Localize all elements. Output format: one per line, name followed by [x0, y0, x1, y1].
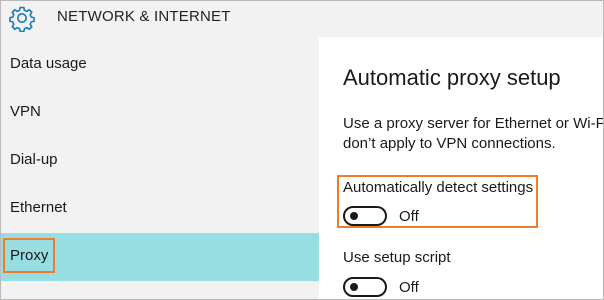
auto-detect-toggle[interactable]	[343, 206, 387, 226]
sidebar-item-label: Ethernet	[10, 199, 67, 216]
sidebar-item-dial-up[interactable]: Dial-up	[1, 137, 319, 185]
toggle-knob	[350, 283, 358, 291]
gear-icon[interactable]	[8, 4, 36, 33]
description-line: don’t apply to VPN connections.	[343, 135, 556, 152]
sidebar-item-data-usage[interactable]: Data usage	[1, 41, 319, 89]
setup-script-toggle[interactable]	[343, 277, 387, 297]
setup-script-label: Use setup script	[343, 249, 451, 266]
page-header: NETWORK & INTERNET	[1, 1, 603, 37]
description-line: Use a proxy server for Ethernet or Wi-Fi	[343, 115, 604, 132]
sidebar-item-ethernet[interactable]: Ethernet	[1, 185, 319, 233]
auto-detect-label: Automatically detect settings	[343, 179, 534, 196]
page-title: NETWORK & INTERNET	[57, 8, 231, 25]
settings-window: NETWORK & INTERNET Data usage VPN Dial-u…	[0, 0, 604, 300]
section-heading: Automatic proxy setup	[343, 65, 561, 90]
sidebar-item-vpn[interactable]: VPN	[1, 89, 319, 137]
toggle-knob	[350, 212, 358, 220]
sidebar-item-proxy[interactable]: Proxy	[1, 233, 319, 281]
auto-detect-state: Off	[399, 208, 419, 225]
sidebar-item-label: VPN	[10, 103, 41, 120]
sidebar: Data usage VPN Dial-up Ethernet Proxy	[1, 37, 319, 299]
sidebar-item-label: Proxy	[10, 247, 49, 264]
sidebar-item-label: Dial-up	[10, 151, 58, 168]
section-description: Use a proxy server for Ethernet or Wi-Fi…	[343, 114, 604, 154]
setup-script-state: Off	[399, 279, 419, 296]
sidebar-item-label: Data usage	[10, 55, 87, 72]
main-content: Automatic proxy setup Use a proxy server…	[319, 37, 604, 299]
